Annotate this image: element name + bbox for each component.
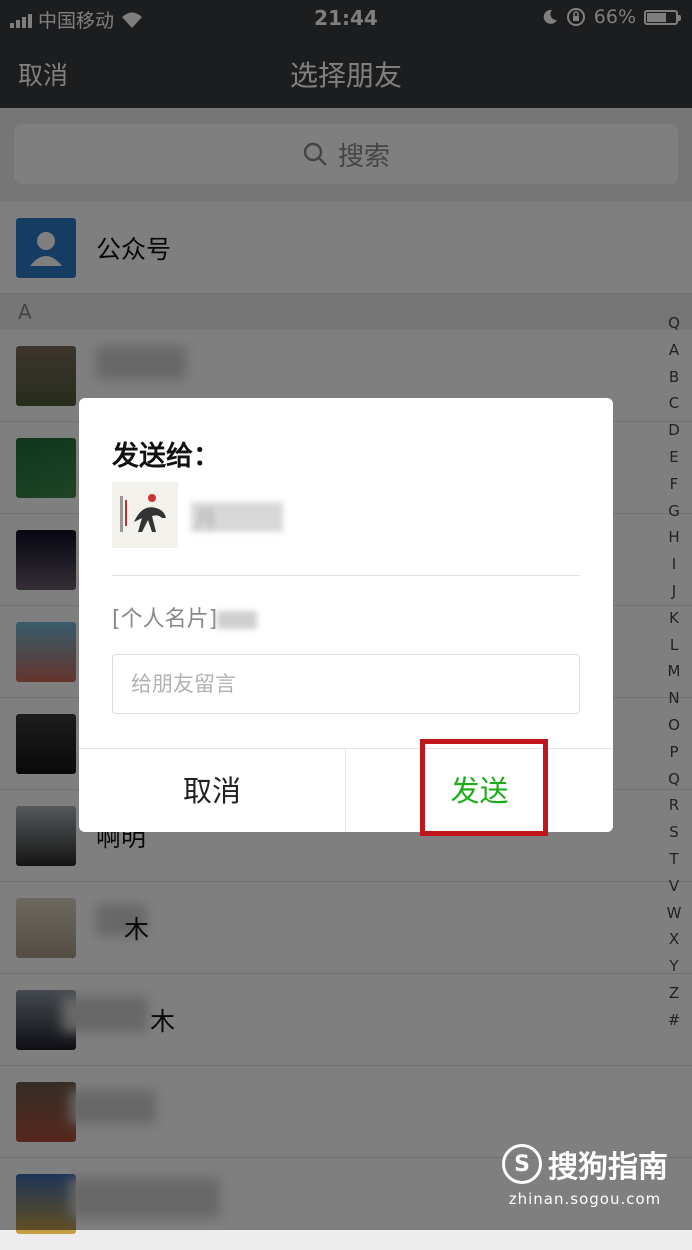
card-label: [个人名片] (112, 607, 218, 632)
sogou-logo-icon: S (502, 1144, 542, 1184)
dialog-title: 发送给： (112, 441, 220, 472)
watermark-brand: S 搜狗指南 (502, 1142, 668, 1186)
watermark-url: zhinan.sogou.com (508, 1190, 662, 1208)
recipient-avatar (112, 482, 178, 548)
dialog-divider (112, 575, 580, 576)
recipient-name-blurred: 月 (191, 502, 283, 533)
card-name-blurred (217, 611, 258, 629)
watermark-brand-text: 搜狗指南 (548, 1150, 668, 1185)
send-highlight-box (420, 739, 548, 836)
message-input[interactable] (112, 654, 580, 714)
card-preview-text: [个人名片] (112, 601, 258, 633)
dialog-cancel-button[interactable]: 取消 (79, 749, 346, 832)
recipient-name: 月 (195, 508, 218, 533)
horse-painting-icon (120, 494, 166, 532)
watermark: S 搜狗指南 zhinan.sogou.com (502, 1142, 668, 1208)
